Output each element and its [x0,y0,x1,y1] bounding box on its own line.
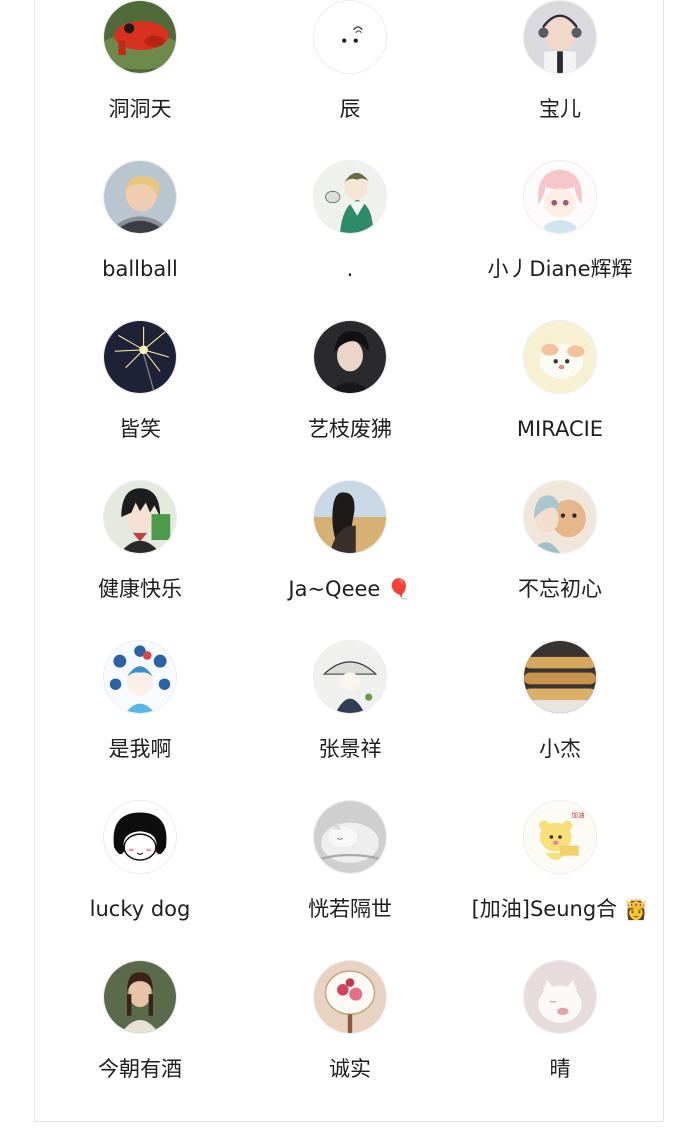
member-name-text: Ja~Qeee [288,577,381,601]
member-name: 小杰 [455,736,665,762]
member-item[interactable]: Ja~Qeee 🎈 [245,480,455,640]
member-name-text: 艺枝废狒 [308,417,392,441]
member-name-text: MIRACIE [516,417,604,441]
girl-with-dog-avatar[interactable] [523,480,597,554]
member-name: 不忘初心 [455,576,665,602]
member-name: [加油]Seung合 👸 [455,896,665,922]
member-name: 洞洞天 [35,96,245,122]
member-name-text: lucky dog [89,897,191,921]
member-item[interactable]: 小丿Diane辉辉 [455,160,665,320]
member-item[interactable]: 晴 [455,960,665,1120]
blue-flowers-girl-avatar[interactable] [103,640,177,714]
member-name: 皆笑 [35,416,245,442]
red-frog-avatar[interactable] [103,0,177,74]
member-name: 健康快乐 [35,576,245,602]
member-name: 今朝有酒 [35,1056,245,1082]
member-name: MIRACIE [455,416,665,442]
svg-text:加油: 加油 [572,810,585,819]
blonde-person-avatar[interactable] [103,160,177,234]
member-name: 辰 [245,96,455,122]
black-hair-cartoon-avatar[interactable] [103,800,177,874]
member-name: ballball [35,256,245,282]
white-kitten-avatar[interactable] [523,960,597,1034]
sparkler-avatar[interactable] [103,320,177,394]
member-name: 是我啊 [35,736,245,762]
girl-field-avatar[interactable] [313,480,387,554]
member-item[interactable]: 恍若隔世 [245,800,455,960]
member-name: 恍若隔世 [245,896,455,922]
anime-boy-avatar[interactable] [313,160,387,234]
member-name-text: 健康快乐 [98,577,182,601]
member-name-text: 辰 [339,97,361,121]
cartoon-dog-avatar[interactable] [523,320,597,394]
straw-hat-figure-avatar[interactable] [313,640,387,714]
member-name: 诚实 [245,1056,455,1082]
girl-headphones-avatar[interactable] [523,0,597,74]
member-item[interactable]: 宝儿 [455,0,665,160]
flower-fan-avatar[interactable] [313,960,387,1034]
member-item[interactable]: 艺枝废狒 [245,320,455,480]
sleeping-cat-avatar[interactable] [313,800,387,874]
anime-girl-pink-avatar[interactable] [523,160,597,234]
yellow-bear-avatar[interactable]: 加油 [523,800,597,874]
member-name: 晴 [455,1056,665,1082]
member-name: 宝儿 [455,96,665,122]
member-name: 小丿Diane辉辉 [455,256,665,282]
doodle-face-avatar[interactable] [313,0,387,74]
member-item[interactable]: 今朝有酒 [35,960,245,1120]
member-list-panel: 洞洞天 辰 宝儿 ballball. 小丿Diane辉辉皆笑 艺枝废狒 MIRACIE 健康快… [34,0,664,1122]
member-item[interactable]: 皆笑 [35,320,245,480]
wrapped-food-avatar[interactable] [523,640,597,714]
member-item[interactable]: 张景祥 [245,640,455,800]
member-name-text: 晴 [549,1057,571,1081]
member-name-text: 诚实 [329,1057,371,1081]
member-name-text: [加油]Seung合 [471,897,618,921]
member-name: 艺枝废狒 [245,416,455,442]
member-name: Ja~Qeee 🎈 [245,576,455,602]
member-item[interactable]: 洞洞天 [35,0,245,160]
member-name-text: 宝儿 [539,97,581,121]
member-name: lucky dog [35,896,245,922]
member-item[interactable]: 健康快乐 [35,480,245,640]
member-item[interactable]: ballball [35,160,245,320]
anime-character-avatar[interactable] [103,480,177,554]
member-name-text: 是我啊 [108,737,172,761]
member-name-text: 小丿Diane辉辉 [487,257,633,281]
member-name-text: 恍若隔世 [308,897,392,921]
member-item[interactable]: 诚实 [245,960,455,1120]
member-name-text: ballball [102,257,178,281]
member-name-text: 今朝有酒 [98,1057,182,1081]
member-item[interactable]: 加油 [加油]Seung合 👸 [455,800,665,960]
member-item[interactable]: 小杰 [455,640,665,800]
braided-girl-avatar[interactable] [103,960,177,1034]
member-name-text: 皆笑 [119,417,161,441]
emoji-icon: 🎈 [380,577,412,601]
member-name: . [245,256,455,282]
member-item[interactable]: . [245,160,455,320]
dark-hair-man-avatar[interactable] [313,320,387,394]
member-name-text: 洞洞天 [108,97,172,121]
member-name-text: 小杰 [539,737,581,761]
member-item[interactable]: 不忘初心 [455,480,665,640]
emoji-icon: 👸 [617,897,649,921]
member-item[interactable]: 辰 [245,0,455,160]
member-item[interactable]: 是我啊 [35,640,245,800]
member-name: 张景祥 [245,736,455,762]
member-name-text: . [346,257,354,281]
member-name-text: 张景祥 [318,737,382,761]
member-item[interactable]: MIRACIE [455,320,665,480]
member-name-text: 不忘初心 [518,577,602,601]
member-item[interactable]: lucky dog [35,800,245,960]
